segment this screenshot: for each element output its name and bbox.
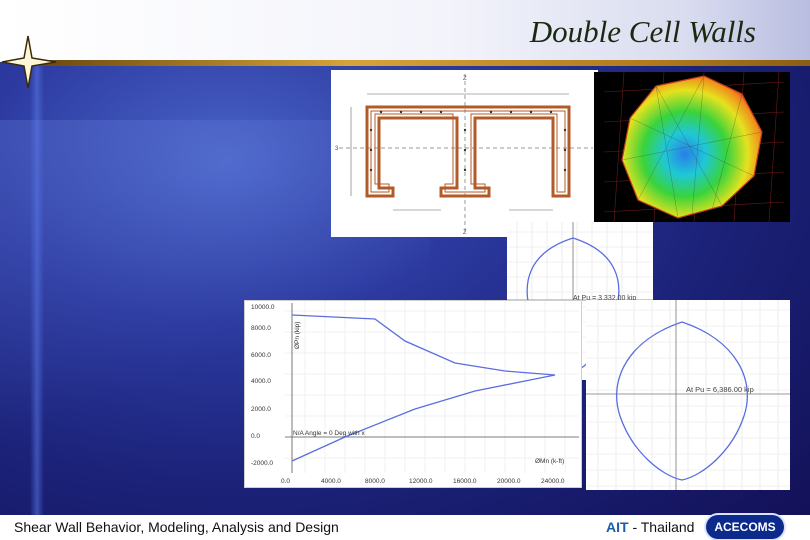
title-underline-rule xyxy=(40,60,810,66)
x-tick-label: 12000.0 xyxy=(409,478,433,485)
y-tick-label: 4000.0 xyxy=(251,378,271,385)
x-tick-label: 16000.0 xyxy=(453,478,477,485)
interaction-surface-3d xyxy=(594,72,790,222)
footer-organization: AIT - Thailand xyxy=(606,519,694,535)
x-axis-title: ØMn (k-ft) xyxy=(535,458,564,465)
y-tick-label: -2000.0 xyxy=(251,460,273,467)
section-drawing: Z Z 3 xyxy=(331,70,598,237)
acecoms-badge: ACECOMS xyxy=(706,515,784,539)
footer-bar: Shear Wall Behavior, Modeling, Analysis … xyxy=(0,515,810,540)
background-streak xyxy=(30,60,44,540)
x-tick-label: 4000.0 xyxy=(321,478,341,485)
chart-annotation: N/A Angle = 0 Deg with x xyxy=(293,430,365,437)
y-tick-label: 8000.0 xyxy=(251,325,271,332)
compass-star-icon xyxy=(1,35,57,89)
pm-interaction-chart: 10000.0 8000.0 6000.0 4000.0 2000.0 0.0 … xyxy=(244,300,582,488)
curve-pu2-label: At Pu = 6,386.00 kip xyxy=(686,385,754,394)
footer-org-country: - Thailand xyxy=(628,519,695,535)
x-tick-label: 24000.0 xyxy=(541,478,565,485)
y-tick-label: 0.0 xyxy=(251,433,260,440)
section-dim-label: Z xyxy=(463,230,467,236)
footer-course-title: Shear Wall Behavior, Modeling, Analysis … xyxy=(14,519,339,535)
y-tick-label: 6000.0 xyxy=(251,352,271,359)
x-tick-label: 8000.0 xyxy=(365,478,385,485)
slide: Double Cell Walls Z Z 3 At Pu = 3,332.00… xyxy=(0,0,810,540)
y-axis-title: ØPn (kip) xyxy=(294,322,301,349)
moment-curve-pu2: At Pu = 6,386.00 kip xyxy=(586,300,790,490)
y-tick-label: 10000.0 xyxy=(251,304,275,311)
section-dim-label: Z xyxy=(463,76,467,82)
y-tick-label: 2000.0 xyxy=(251,406,271,413)
x-tick-label: 0.0 xyxy=(281,478,290,485)
footer-org-ait: AIT xyxy=(606,519,629,535)
slide-title: Double Cell Walls xyxy=(529,14,756,49)
x-tick-label: 20000.0 xyxy=(497,478,521,485)
